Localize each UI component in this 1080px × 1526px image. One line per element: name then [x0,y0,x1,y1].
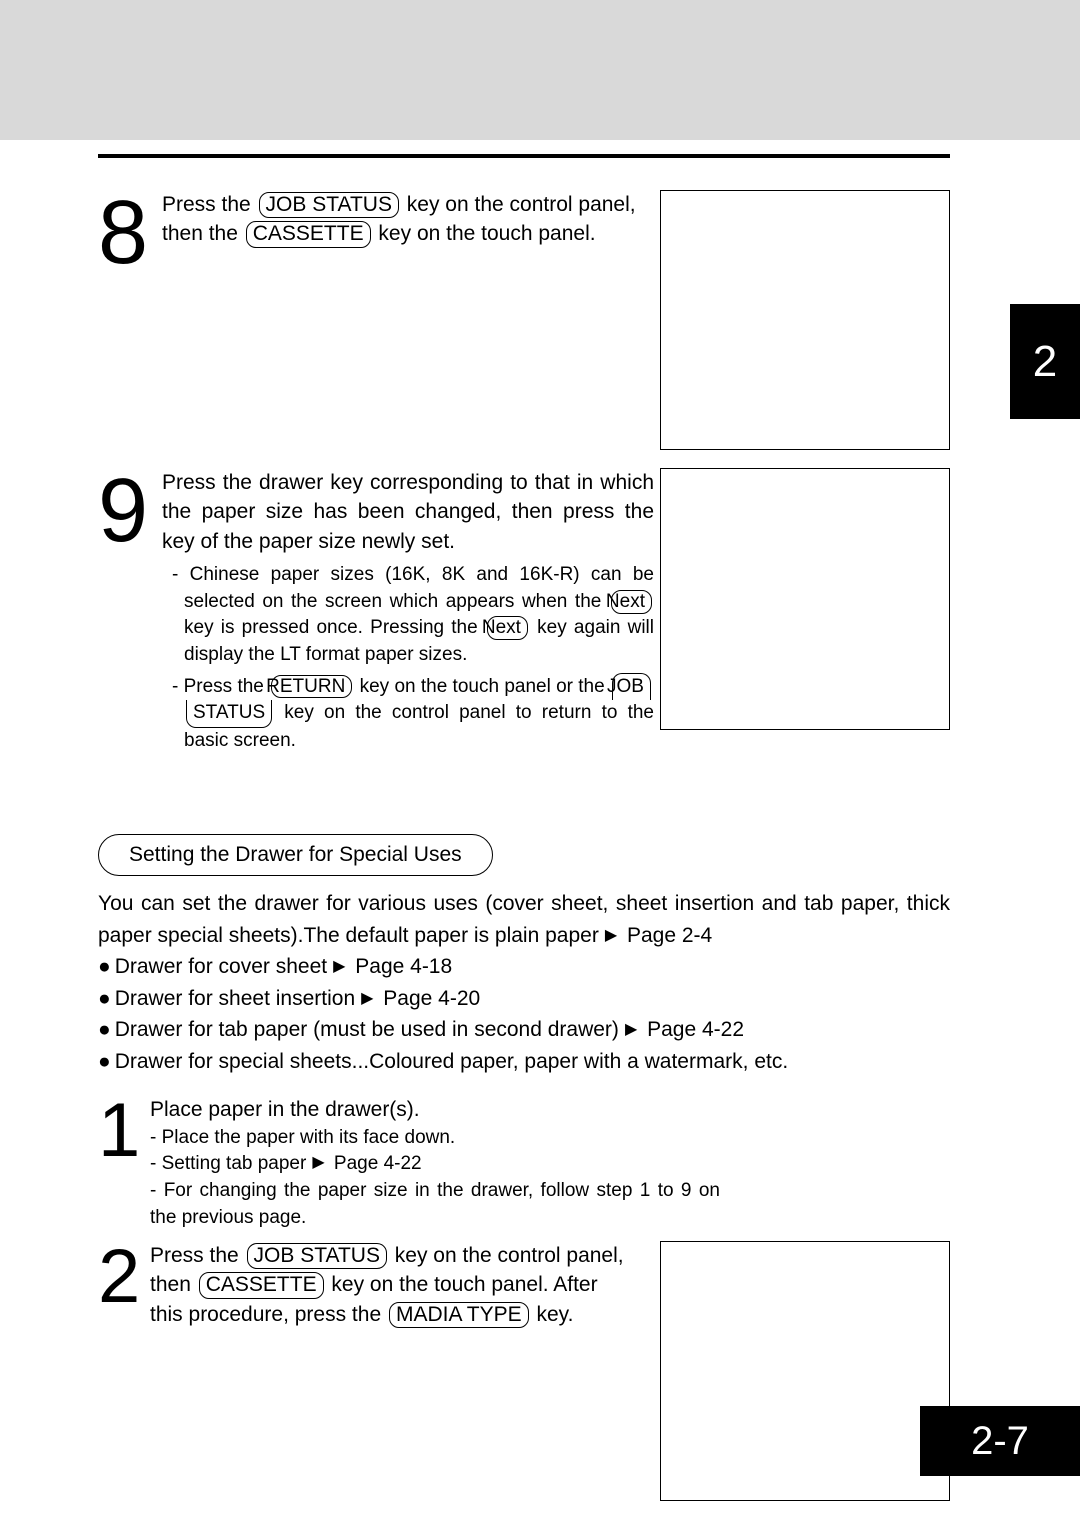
bullet-cover-sheet: Drawer for cover sheet Page 4-18 [98,951,950,983]
horizontal-rule [98,154,950,158]
text: key on the touch panel or the [354,676,610,697]
job-status-key: JOB STATUS [259,192,399,218]
bullet-tab-paper: Drawer for tab paper (must be used in se… [98,1014,950,1046]
page-ref: Page 4-18 [349,955,452,978]
screenshot-placeholder [660,190,950,450]
text: key on the touch panel. After [326,1273,598,1296]
step-2: 2 Press the JOB STATUS key on the contro… [98,1241,950,1501]
step-1: 1 Place paper in the drawer(s). - Place … [98,1095,950,1231]
screenshot-placeholder [660,1241,950,1501]
step-9-main: Press the drawer key corresponding to th… [162,468,654,556]
step-number-8: 8 [98,198,158,268]
job-status-key-bot: STATUS [186,700,272,728]
step-9-note-2: - Press the RETURN key on the touch pane… [162,673,654,755]
bullet-icon [98,955,115,978]
job-status-key-top: JOB [612,673,651,701]
page-ref: Page 4-22 [329,1153,422,1174]
step-number-1: 1 [98,1101,148,1161]
bullet-icon [98,1050,115,1073]
text: Drawer for special sheets...Coloured pap… [115,1050,788,1073]
step-9-text: Press the drawer key corresponding to th… [162,468,654,754]
job-status-key: JOB STATUS [247,1243,387,1269]
arrow-icon [327,955,349,978]
content-area: 8 Press the JOB STATUS key on the contro… [98,190,950,1501]
text: Drawer for cover sheet [115,955,327,978]
bullet-icon [98,987,115,1010]
text: - Press the [172,676,269,697]
text: - Setting tab paper [150,1153,306,1174]
page-ref: Page 2-4 [621,924,712,947]
subsection-heading: Setting the Drawer for Special Uses [98,834,493,876]
section-tab: 2 [1010,304,1080,419]
text: Press the [150,1244,245,1267]
text: key on the touch panel. [373,222,596,245]
text: key on the control panel, [389,1244,624,1267]
text: You can set the drawer for various uses … [98,892,950,947]
arrow-icon [599,924,621,947]
step-number-9: 9 [98,476,158,546]
text: key is pressed once. Pressing the [184,617,485,638]
text: key. [531,1303,574,1326]
text: Drawer for tab paper (must be used in se… [115,1018,619,1041]
arrow-icon [355,987,377,1010]
arrow-icon [306,1153,328,1174]
next-key: Next [611,590,652,614]
manual-page: 2 8 Press the JOB STATUS key on the cont… [0,0,1080,1526]
step-8: 8 Press the JOB STATUS key on the contro… [98,190,950,450]
text: key on the control panel, [401,193,636,216]
page-ref: Page 4-20 [377,987,480,1010]
page-number: 2-7 [920,1406,1080,1476]
return-key: RETURN [271,675,352,699]
text: this procedure, press the [150,1303,387,1326]
step-1-note-1: - Place the paper with its face down. [150,1125,750,1152]
text: then [150,1273,197,1296]
step-1-text: Place paper in the drawer(s). - Place th… [150,1095,750,1231]
arrow-icon [619,1018,641,1041]
header-band [0,0,1080,140]
bullet-icon [98,1018,115,1041]
step-number-2: 2 [98,1247,148,1307]
page-ref: Page 4-22 [641,1018,744,1041]
step-1-note-2: - Setting tab paper Page 4-22 [150,1151,750,1178]
subsection-heading-row: Setting the Drawer for Special Uses [98,834,950,876]
media-type-key: MADIA TYPE [389,1302,529,1328]
step-8-text: Press the JOB STATUS key on the control … [162,190,647,249]
step-2-text: Press the JOB STATUS key on the control … [150,1241,648,1329]
bullet-special-sheets: Drawer for special sheets...Coloured pap… [98,1046,950,1078]
text: Press the [162,193,257,216]
step-1-note-3: - For changing the paper size in the dra… [150,1178,720,1231]
text: then the [162,222,244,245]
cassette-key: CASSETTE [246,221,371,247]
cassette-key: CASSETTE [199,1272,324,1298]
step-1-title: Place paper in the drawer(s). [150,1095,750,1124]
bullet-sheet-insertion: Drawer for sheet insertion Page 4-20 [98,983,950,1015]
text: Drawer for sheet insertion [115,987,355,1010]
intro-paragraph: You can set the drawer for various uses … [98,888,950,951]
next-key: Next [487,616,528,640]
screenshot-placeholder [660,468,950,730]
step-9: 9 Press the drawer key corresponding to … [98,468,950,754]
text: - Chinese paper sizes (16K, 8K and 16K-R… [172,564,654,612]
step-9-note-1: - Chinese paper sizes (16K, 8K and 16K-R… [162,562,654,668]
